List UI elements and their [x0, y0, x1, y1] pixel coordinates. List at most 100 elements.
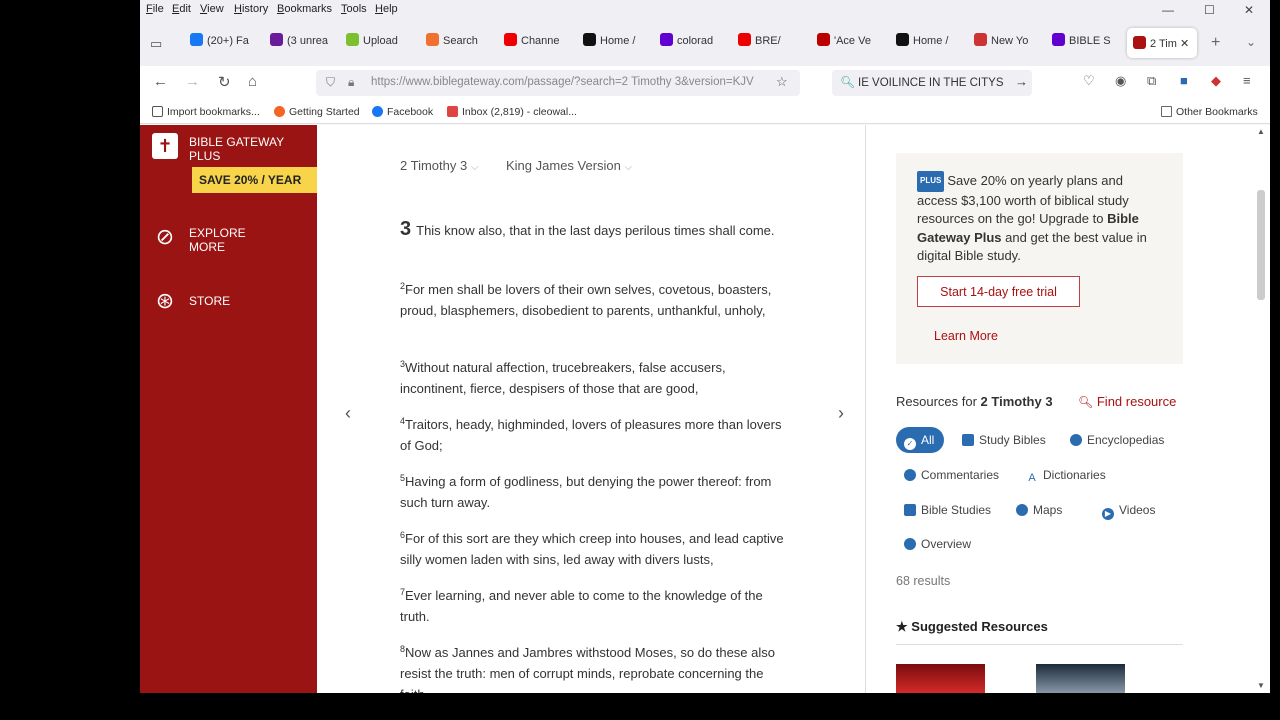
find-resource-link[interactable]: 🔍︎ Find resource	[1078, 394, 1176, 409]
favicon-icon	[346, 33, 359, 46]
menu-help[interactable]: Help	[375, 3, 398, 15]
back-icon[interactable]: ←	[153, 73, 168, 90]
tab-label: (3 unrea	[287, 35, 328, 47]
bookmark-inbox[interactable]: Inbox (2,819) - cleowal...	[447, 106, 577, 118]
menu-file[interactable]: File	[146, 3, 164, 15]
tab-2[interactable]: Upload	[346, 33, 412, 53]
pocket-icon[interactable]: ♡	[1083, 73, 1095, 89]
bookmark-star-icon[interactable]: ☆	[776, 74, 788, 90]
divider	[896, 644, 1183, 645]
prev-chapter-icon[interactable]: ‹	[345, 403, 351, 424]
tab-7[interactable]: BRE/	[738, 33, 804, 53]
home-icon[interactable]: ⌂	[248, 73, 257, 90]
study-icon	[904, 504, 916, 516]
menu-tools[interactable]: Tools	[341, 3, 367, 15]
search-go-icon[interactable]: →	[1015, 74, 1028, 89]
verse-8: 8Now as Jannes and Jambres withstood Mos…	[400, 644, 775, 693]
bookmarks-bar: Import bookmarks... Getting Started Face…	[140, 100, 1270, 124]
menu-edit[interactable]: Edit	[172, 3, 191, 15]
minimize-button[interactable]: —	[1162, 3, 1174, 17]
tab-1[interactable]: (3 unrea	[270, 33, 336, 53]
tab-label: 2 Tim	[1150, 38, 1177, 50]
tab-list-icon[interactable]: ▭	[150, 36, 162, 56]
favicon-icon	[190, 33, 203, 46]
close-window-button[interactable]: ✕	[1244, 3, 1254, 17]
chip-maps[interactable]: Maps	[1008, 497, 1072, 523]
reload-icon[interactable]: ↻	[218, 73, 231, 91]
tab-9[interactable]: Home /	[896, 33, 962, 53]
menu-history[interactable]: History	[234, 3, 268, 15]
navigation-bar: ← → ↻ ⌂ ⛉ 🔒︎ https://www.biblegateway.co…	[140, 66, 1270, 100]
next-chapter-icon[interactable]: ›	[838, 403, 844, 424]
menu-bookmarks[interactable]: Bookmarks	[277, 3, 332, 15]
maximize-button[interactable]: ☐	[1204, 3, 1215, 17]
chip-overview[interactable]: Overview	[896, 531, 981, 557]
book-selector[interactable]: 2 Timothy 3 ⌵	[400, 158, 478, 173]
tab-label: New Yo	[991, 35, 1029, 47]
save-badge[interactable]: SAVE 20% / YEAR	[192, 167, 317, 193]
verse-1: 3 This know also, that in the last days p…	[400, 218, 775, 240]
tab-10[interactable]: New Yo	[974, 33, 1040, 53]
search-text[interactable]: IE VOILINCE IN THE CITYS	[858, 77, 1004, 89]
resource-thumbnail[interactable]	[896, 664, 985, 693]
start-trial-button[interactable]: Start 14-day free trial	[917, 276, 1080, 307]
bookmark-import[interactable]: Import bookmarks...	[152, 106, 260, 118]
chip-all[interactable]: ✓ All	[896, 427, 945, 453]
tab-label: Search	[443, 35, 478, 47]
version-selector[interactable]: King James Version ⌵	[506, 158, 632, 173]
tab-5[interactable]: Home /	[583, 33, 649, 53]
chevron-down-icon: ⌵	[624, 162, 633, 173]
passage-panel: 2 Timothy 3 ⌵ King James Version ⌵ ‹ › 3…	[317, 125, 865, 693]
tab-label: Home /	[600, 35, 636, 47]
tab-6[interactable]: colorad	[660, 33, 726, 53]
favicon-icon	[896, 33, 909, 46]
scroll-down-icon: ▼	[1257, 681, 1265, 690]
new-tab-icon[interactable]: +	[1211, 34, 1220, 54]
chevron-down-icon: ⌵	[470, 162, 479, 173]
bookmark-facebook[interactable]: Facebook	[372, 106, 433, 118]
chip-encyclopedias[interactable]: Encyclopedias	[1062, 427, 1174, 453]
chip-videos[interactable]: ▶ Videos	[1094, 497, 1165, 523]
tab-label: colorad	[677, 35, 714, 47]
bookmark-getting-started[interactable]: Getting Started	[274, 106, 360, 118]
favicon-icon	[974, 33, 987, 46]
chevron-down-icon[interactable]: ⌄	[1246, 35, 1256, 55]
menu-view[interactable]: View	[200, 3, 224, 15]
search-bar[interactable]: 🔍︎ IE VOILINCE IN THE CITYS →	[832, 70, 1032, 96]
tab-label: Home /	[913, 35, 949, 47]
tab-0[interactable]: (20+) Fa	[190, 33, 256, 53]
chip-dictionaries[interactable]: A Dictionaries	[1018, 462, 1116, 488]
account-icon[interactable]: ◉	[1115, 73, 1126, 89]
chip-commentaries[interactable]: Commentaries	[896, 462, 1009, 488]
url-text[interactable]: https://www.biblegateway.com/passage/?se…	[371, 76, 766, 88]
store-icon: ⊛	[155, 288, 175, 313]
tab-12[interactable]: 2 Tim ✕	[1127, 28, 1197, 58]
extension-icon[interactable]: ■	[1180, 73, 1188, 88]
close-tab-icon[interactable]: ✕	[1177, 38, 1189, 50]
results-count: 68 results	[896, 574, 951, 588]
url-bar[interactable]: ⛉ 🔒︎ https://www.biblegateway.com/passag…	[316, 70, 800, 96]
tab-3[interactable]: Search	[426, 33, 492, 53]
learn-more-link[interactable]: Learn More	[934, 329, 998, 343]
chip-bible-studies[interactable]: Bible Studies	[896, 497, 1001, 523]
lock-icon[interactable]: 🔒︎	[348, 75, 354, 90]
forward-icon[interactable]: →	[185, 73, 200, 90]
star-icon: ★	[896, 619, 908, 634]
tab-4[interactable]: Channe	[504, 33, 570, 53]
addon-icon[interactable]: ◆	[1211, 73, 1221, 89]
favicon-icon	[817, 33, 830, 46]
chip-study-bibles[interactable]: Study Bibles	[954, 427, 1056, 453]
extensions-icon[interactable]: ⧉	[1147, 73, 1156, 89]
site-sidebar: ✝ BIBLE GATEWAY PLUS SAVE 20% / YEAR ⊘ E…	[140, 125, 317, 693]
tab-11[interactable]: BIBLE S	[1052, 33, 1118, 53]
tab-8[interactable]: 'Ace Ve	[817, 33, 883, 53]
shield-icon[interactable]: ⛉	[326, 75, 335, 90]
other-bookmarks[interactable]: Other Bookmarks	[1161, 106, 1258, 118]
resource-thumbnail[interactable]	[1036, 664, 1125, 693]
page-scrollbar[interactable]: ▲ ▼	[1252, 125, 1270, 693]
hamburger-menu-icon[interactable]: ≡	[1243, 73, 1251, 88]
map-icon	[1016, 504, 1028, 516]
page-scrollbar-thumb[interactable]	[1257, 190, 1265, 300]
tab-bar: ▭ (20+) Fa (3 unrea Upload Search Channe Home…	[140, 20, 1270, 66]
plus-promo-card: PLUS Save 20% on yearly plans and access …	[896, 153, 1183, 364]
